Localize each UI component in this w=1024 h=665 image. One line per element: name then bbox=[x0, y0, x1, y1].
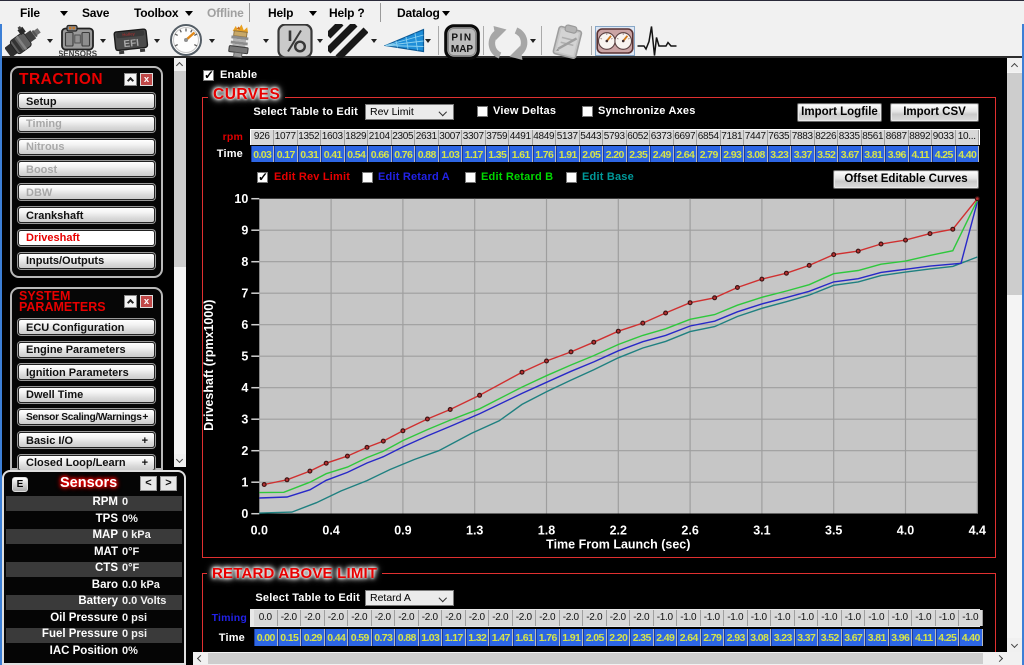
svg-text:10: 10 bbox=[234, 192, 248, 206]
svg-text:EFI: EFI bbox=[123, 38, 140, 51]
svg-text:Driveshaft (rpmx1000): Driveshaft (rpmx1000) bbox=[202, 300, 216, 431]
svg-text:8: 8 bbox=[241, 255, 248, 269]
svg-text:4: 4 bbox=[241, 381, 248, 395]
svg-text:3.5: 3.5 bbox=[825, 524, 842, 538]
svg-text:Time From Launch (sec): Time From Launch (sec) bbox=[546, 538, 690, 552]
svg-text:3.1: 3.1 bbox=[753, 524, 770, 538]
svg-text:9: 9 bbox=[241, 224, 248, 238]
svg-text:0.0: 0.0 bbox=[251, 524, 268, 538]
svg-text:1.3: 1.3 bbox=[466, 524, 483, 538]
svg-text:4.4: 4.4 bbox=[969, 524, 986, 538]
svg-text:2.2: 2.2 bbox=[610, 524, 627, 538]
svg-text:0.9: 0.9 bbox=[394, 524, 411, 538]
svg-text:5: 5 bbox=[241, 350, 248, 364]
svg-text:7: 7 bbox=[241, 287, 248, 301]
svg-text:1: 1 bbox=[241, 476, 248, 490]
svg-text:3: 3 bbox=[241, 413, 248, 427]
svg-text:6: 6 bbox=[241, 318, 248, 332]
svg-text:PIN: PIN bbox=[451, 33, 472, 44]
svg-text:2: 2 bbox=[241, 444, 248, 458]
svg-text:4.0: 4.0 bbox=[897, 524, 914, 538]
svg-text:2.6: 2.6 bbox=[681, 524, 698, 538]
svg-text:0.4: 0.4 bbox=[322, 524, 339, 538]
svg-text:0: 0 bbox=[241, 507, 248, 521]
svg-text:1.8: 1.8 bbox=[538, 524, 555, 538]
svg-text:SENSORS: SENSORS bbox=[59, 50, 97, 59]
svg-text:MAP: MAP bbox=[451, 44, 474, 55]
